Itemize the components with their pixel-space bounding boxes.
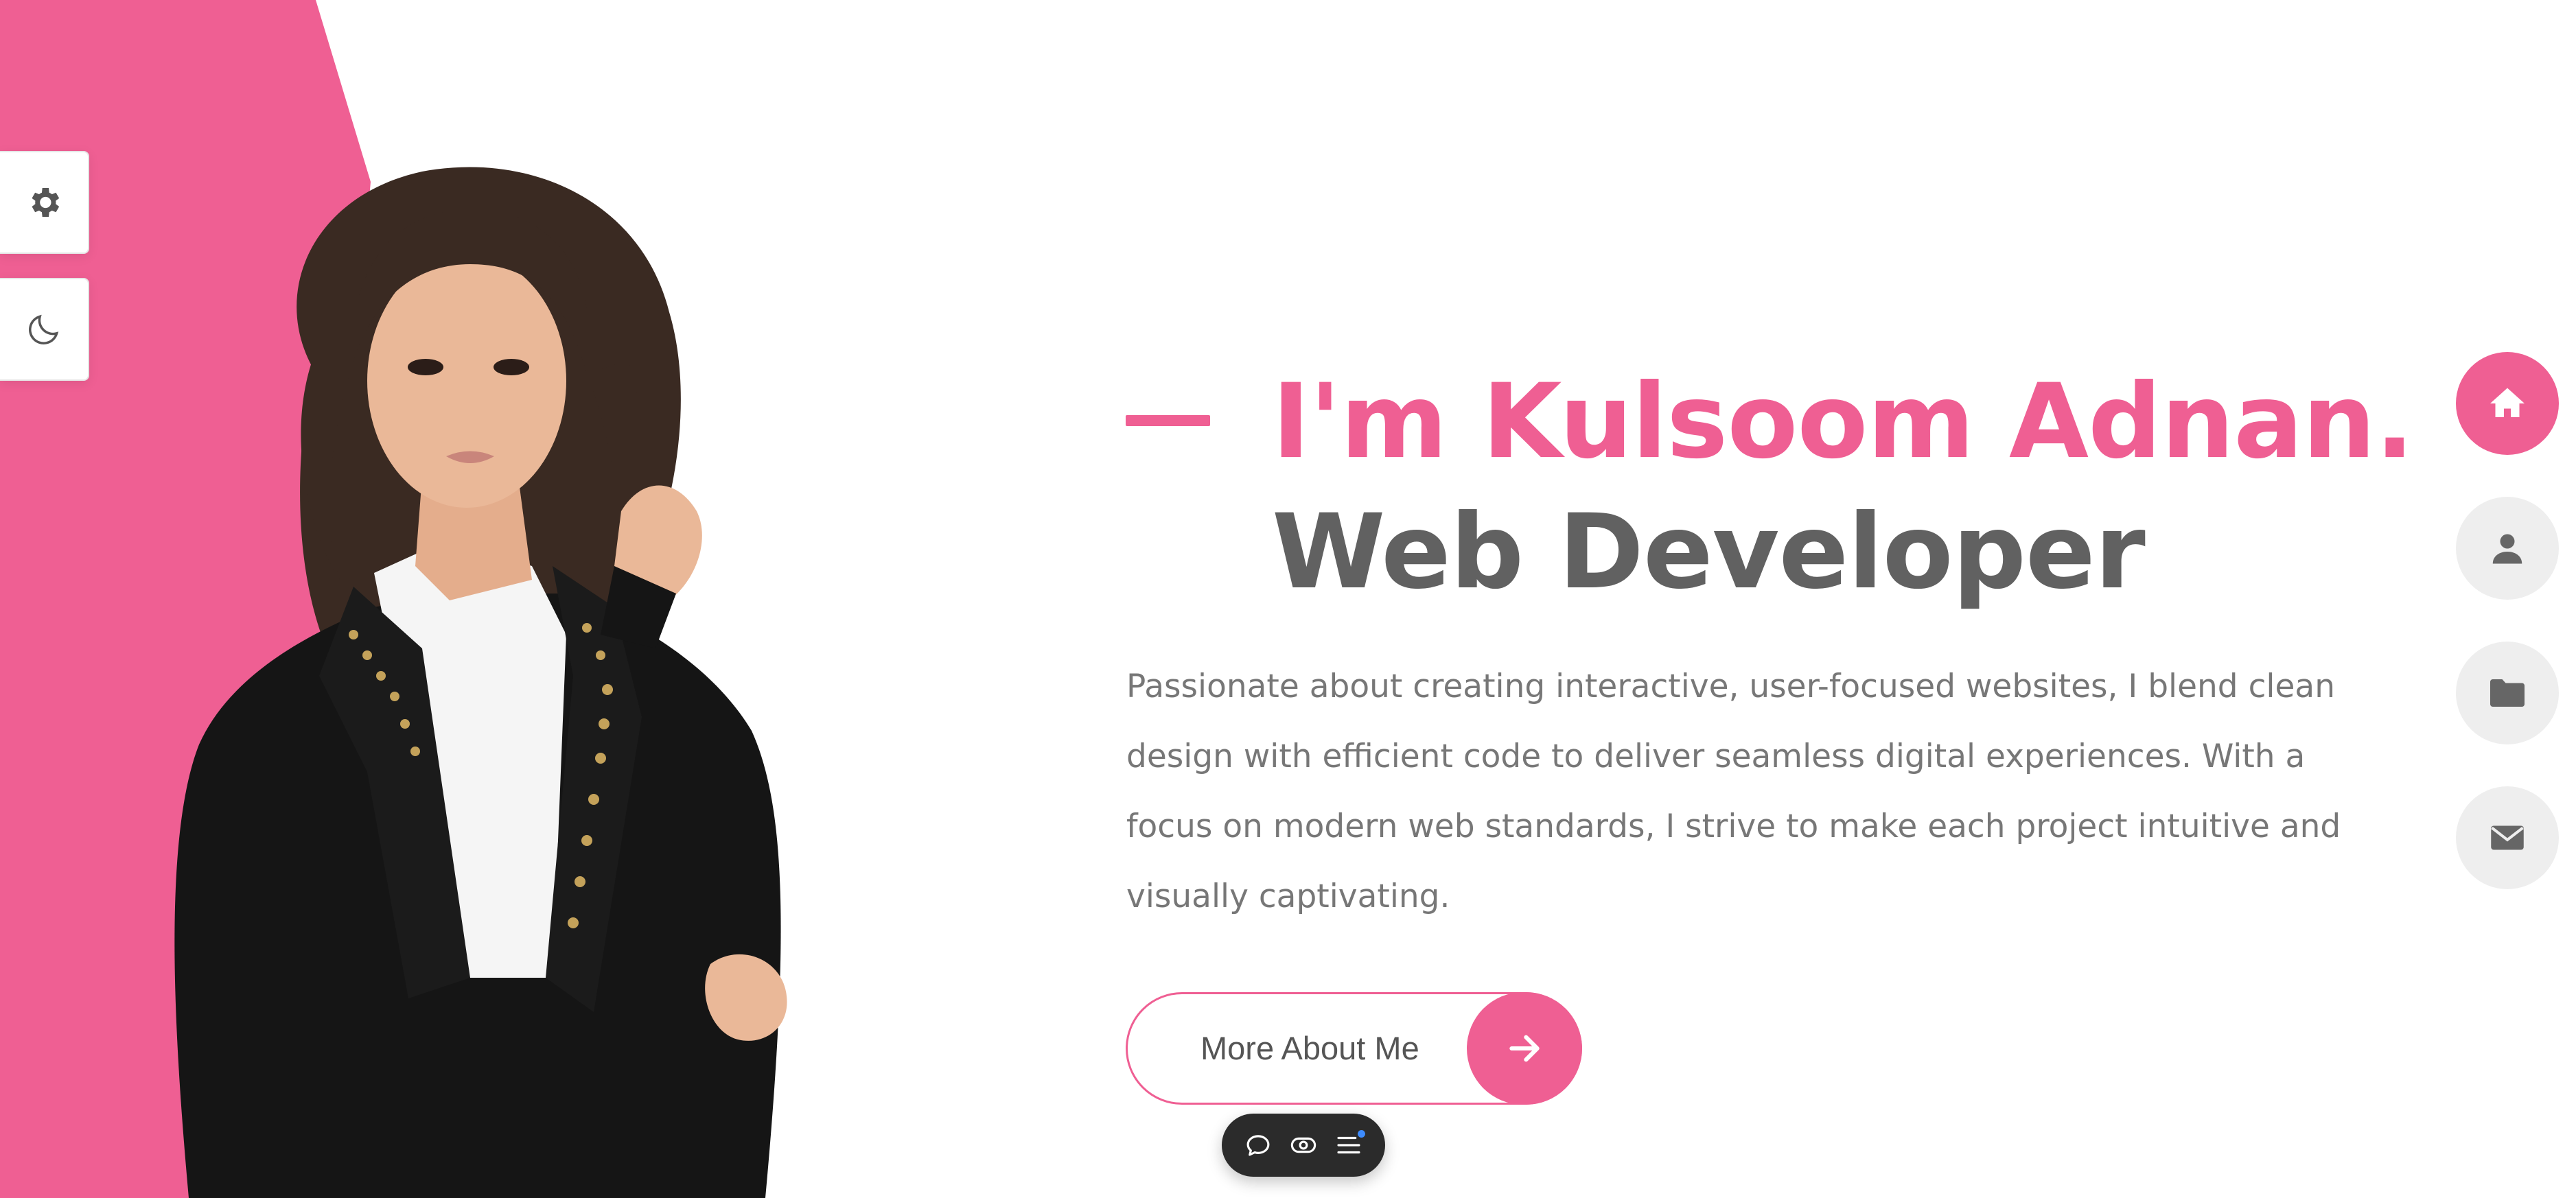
cta-label: More About Me xyxy=(1200,1030,1419,1066)
home-icon xyxy=(2490,388,2525,417)
floating-widget-bar xyxy=(1222,1114,1385,1177)
portrait-photo xyxy=(174,167,787,1198)
widget-chat-button[interactable] xyxy=(1242,1129,1275,1162)
envelope-icon xyxy=(2491,825,2524,850)
cta-arrow-circle xyxy=(1467,992,1582,1105)
widget-visibility-button[interactable] xyxy=(1287,1129,1320,1162)
nav-about-button[interactable] xyxy=(2456,497,2559,600)
gear-icon xyxy=(32,188,60,217)
chat-bubble-icon xyxy=(1246,1135,1270,1156)
eye-toggle-icon xyxy=(1290,1137,1316,1153)
hero-description: Passionate about creating interactive, u… xyxy=(1126,668,2341,915)
folder-icon xyxy=(2490,679,2525,707)
accent-dash xyxy=(1126,415,1210,426)
dark-mode-toggle-button[interactable] xyxy=(0,278,89,381)
settings-button[interactable] xyxy=(0,151,89,254)
hero-role: Web Developer xyxy=(1272,493,2146,612)
widget-menu-button[interactable] xyxy=(1332,1129,1365,1162)
moon-icon xyxy=(29,314,59,344)
hero-name: I'm Kulsoom Adnan. xyxy=(1272,362,2414,482)
nav-contact-button[interactable] xyxy=(2456,786,2559,889)
user-icon xyxy=(2492,534,2522,564)
nav-home-button[interactable] xyxy=(2456,352,2559,455)
arrow-right-icon xyxy=(1509,1035,1540,1062)
nav-portfolio-button[interactable] xyxy=(2456,642,2559,744)
more-about-me-button[interactable]: More About Me xyxy=(1126,992,1582,1105)
notification-dot xyxy=(1358,1130,1365,1138)
